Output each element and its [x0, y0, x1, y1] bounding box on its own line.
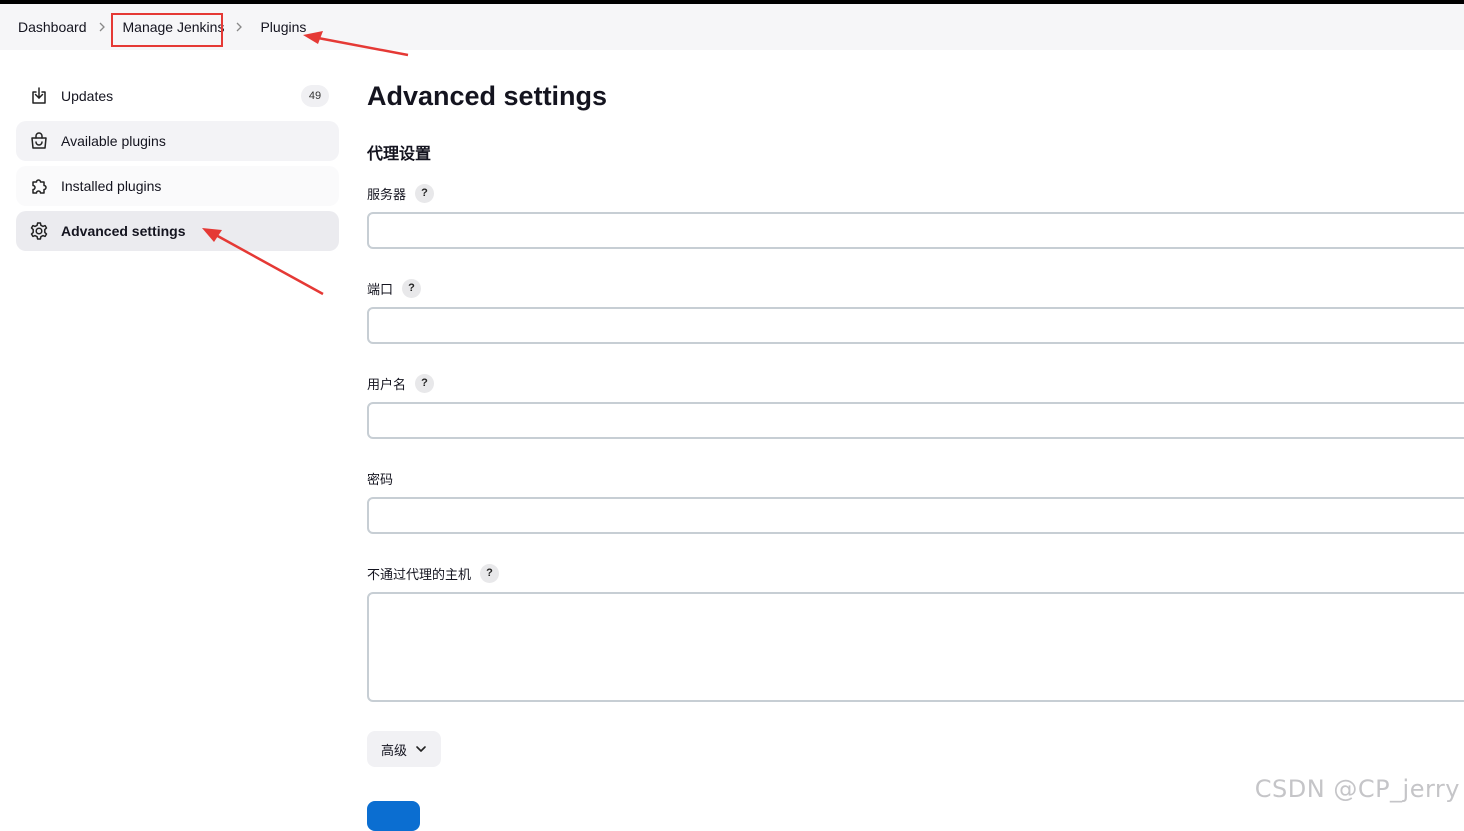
gear-icon [28, 220, 50, 242]
page-title: Advanced settings [367, 81, 608, 111]
server-input[interactable] [367, 212, 1464, 249]
chevron-right-icon [87, 22, 117, 32]
breadcrumb-plugins[interactable]: Plugins [260, 19, 306, 35]
field-port: 端口 ? [367, 278, 1464, 344]
breadcrumb-manage-jenkins[interactable]: Manage Jenkins [123, 19, 225, 35]
sidebar-item-installed-plugins[interactable]: Installed plugins [16, 166, 339, 206]
help-icon[interactable]: ? [402, 278, 422, 298]
shopping-bag-icon [28, 130, 50, 152]
no-proxy-hosts-label: 不通过代理的主机 [367, 566, 472, 582]
sidebar-item-advanced-settings[interactable]: Advanced settings [16, 211, 339, 251]
advanced-button-label: 高级 [380, 742, 407, 758]
port-input[interactable] [367, 307, 1464, 344]
sidebar-item-updates[interactable]: Updates 49 [16, 76, 339, 116]
help-icon[interactable]: ? [415, 183, 435, 203]
main-content: Advanced settings 代理设置 服务器 ? 端口 ? 用户名 ? … [367, 76, 1464, 767]
breadcrumb-dashboard[interactable]: Dashboard [18, 19, 87, 35]
watermark: CSDN @CP_jerry [1254, 775, 1460, 803]
save-button[interactable] [367, 801, 420, 831]
puzzle-icon [28, 175, 50, 197]
password-input[interactable] [367, 497, 1464, 534]
help-icon[interactable]: ? [415, 373, 435, 393]
help-icon[interactable]: ? [480, 563, 500, 583]
chevron-down-icon [416, 746, 426, 752]
no-proxy-hosts-textarea[interactable] [367, 592, 1464, 702]
sidebar: Updates 49 Available plugins Installed p… [16, 76, 339, 256]
sidebar-item-label: Updates [61, 88, 114, 104]
field-password: 密码 [367, 468, 1464, 534]
advanced-button[interactable]: 高级 [367, 731, 441, 767]
username-label: 用户名 [367, 376, 407, 392]
chevron-right-icon [224, 22, 254, 32]
field-server: 服务器 ? [367, 183, 1464, 249]
port-label: 端口 [367, 281, 394, 297]
sidebar-item-label: Available plugins [61, 133, 166, 149]
sidebar-item-label: Advanced settings [61, 223, 186, 239]
section-title-proxy: 代理设置 [367, 146, 432, 163]
breadcrumb: Dashboard Manage Jenkins Plugins [0, 4, 1464, 50]
download-icon [28, 85, 50, 107]
username-input[interactable] [367, 402, 1464, 439]
sidebar-item-label: Installed plugins [61, 178, 162, 194]
sidebar-item-available-plugins[interactable]: Available plugins [16, 121, 339, 161]
updates-count-badge: 49 [301, 85, 329, 107]
server-label: 服务器 [367, 186, 407, 202]
field-username: 用户名 ? [367, 373, 1464, 439]
field-no-proxy-hosts: 不通过代理的主机 ? [367, 563, 1464, 702]
password-label: 密码 [367, 471, 394, 487]
